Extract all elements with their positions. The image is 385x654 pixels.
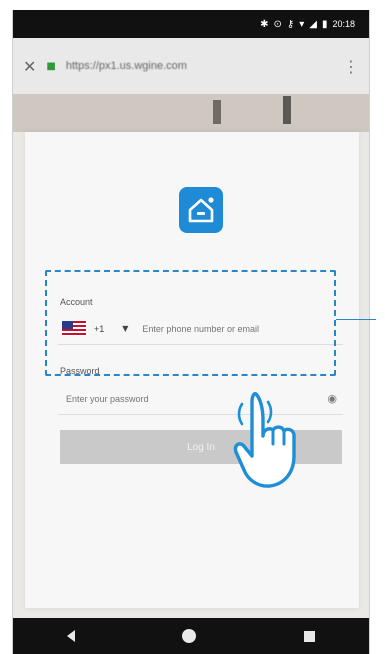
vpn-icon: ⚷ bbox=[286, 18, 295, 30]
close-icon[interactable]: ✕ bbox=[23, 57, 36, 76]
status-bar: ✱ ⊙ ⚷ ▾ ◢ ▮ 20:18 bbox=[13, 10, 369, 38]
more-vert-icon[interactable]: ⋮ bbox=[343, 57, 359, 76]
url-text[interactable]: https://px1.us.wgine.com bbox=[66, 60, 333, 72]
background-photo-strip bbox=[13, 94, 369, 132]
home-icon[interactable] bbox=[182, 629, 197, 643]
status-time: 20:18 bbox=[332, 19, 355, 29]
lock-icon: ■ bbox=[46, 60, 56, 72]
signal-icon: ◢ bbox=[309, 18, 317, 30]
highlight-box bbox=[45, 270, 336, 376]
android-nav-bar bbox=[13, 618, 369, 654]
bluetooth-icon: ✱ bbox=[260, 18, 269, 30]
home-logo-icon bbox=[179, 187, 223, 233]
wifi-icon: ▾ bbox=[299, 18, 305, 30]
back-icon[interactable] bbox=[66, 630, 75, 642]
browser-url-bar: ✕ ■ https://px1.us.wgine.com ⋮ bbox=[13, 38, 369, 94]
tap-hand-icon bbox=[233, 392, 296, 488]
callout-line bbox=[336, 319, 376, 320]
recent-apps-icon[interactable] bbox=[304, 630, 316, 642]
battery-icon: ▮ bbox=[321, 18, 328, 30]
sync-icon: ⊙ bbox=[273, 18, 282, 30]
